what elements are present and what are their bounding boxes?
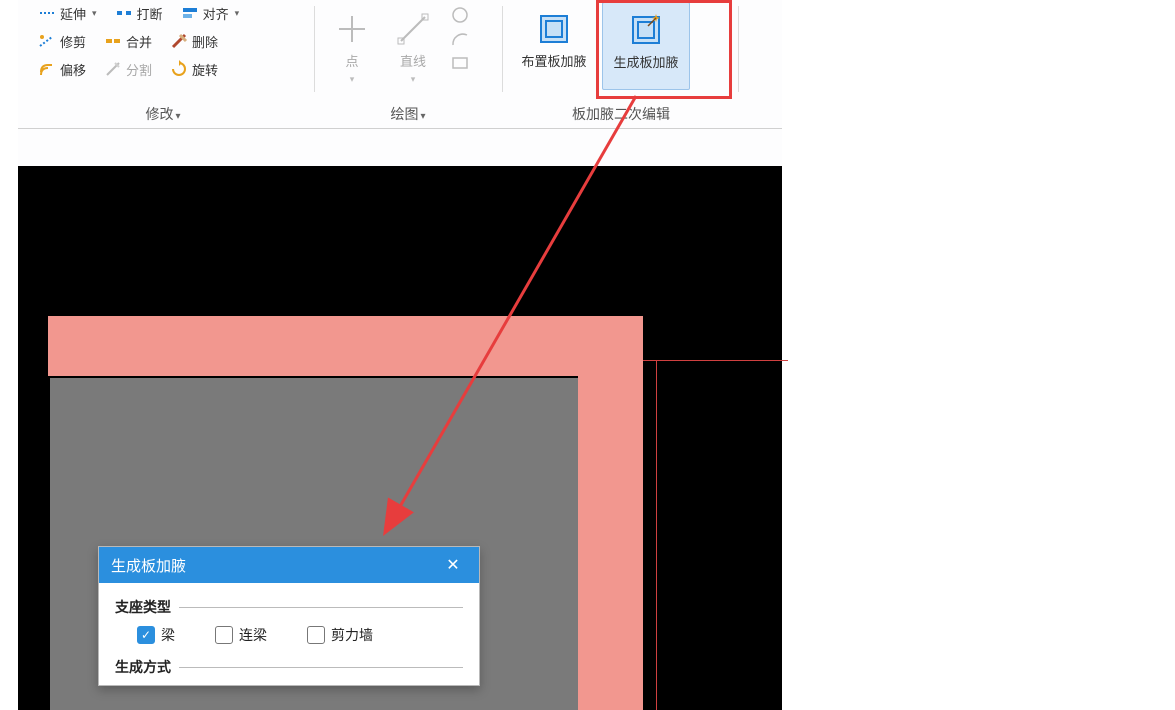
split-icon (104, 60, 122, 78)
generation-mode-group-label: 生成方式 (115, 657, 463, 677)
dropdown-icon: ▾ (411, 74, 416, 85)
break-label: 打断 (137, 4, 163, 23)
line-button[interactable]: 直线 ▾ (384, 2, 442, 90)
offset-label: 偏移 (60, 60, 86, 79)
checkbox-shear-wall-label: 剪力墙 (331, 625, 373, 645)
break-icon (115, 4, 133, 22)
slab-haunch-region (578, 321, 643, 710)
delete-label: 删除 (192, 32, 218, 51)
support-type-options: ✓ 梁 连梁 剪力墙 (115, 625, 463, 657)
circle-icon[interactable] (450, 6, 468, 24)
arc-icon[interactable] (450, 30, 468, 48)
extend-button[interactable]: 延伸 ▾ (36, 2, 99, 24)
split-button[interactable]: 分割 (102, 58, 154, 80)
generate-slab-haunch-dialog: 生成板加腋 ✕ 支座类型 ✓ 梁 连梁 剪力墙 (98, 546, 480, 686)
dropdown-icon: ▾ (92, 8, 97, 19)
line-label: 直线 (400, 54, 426, 70)
checkbox-icon: ✓ (137, 626, 155, 644)
close-icon[interactable]: ✕ (439, 551, 467, 579)
point-icon (331, 8, 373, 50)
checkbox-couple-beam[interactable]: 连梁 (215, 625, 267, 645)
line-icon (392, 8, 434, 50)
split-label: 分割 (126, 60, 152, 79)
extend-label: 延伸 (60, 4, 86, 23)
offset-button[interactable]: 偏移 (36, 58, 88, 80)
slab-haunch-outline (48, 316, 643, 321)
dialog-titlebar[interactable]: 生成板加腋 ✕ (99, 547, 479, 583)
dropdown-icon: ▾ (235, 8, 240, 19)
break-button[interactable]: 打断 (113, 2, 165, 24)
trim-button[interactable]: 修剪 (36, 30, 88, 52)
support-type-group-label: 支座类型 (115, 597, 463, 617)
panel-draw-label: 绘图▾ (318, 104, 498, 124)
offset-icon (38, 60, 56, 78)
point-label: 点 (345, 54, 358, 70)
align-icon (181, 4, 199, 22)
delete-button[interactable]: 删除 (168, 30, 220, 52)
generate-slab-haunch-icon (625, 9, 667, 51)
checkbox-icon (215, 626, 233, 644)
panel-slab-haunch-label: 板加腋二次编辑 (506, 104, 736, 124)
checkbox-beam[interactable]: ✓ 梁 (137, 625, 175, 645)
delete-icon (170, 32, 188, 50)
align-label: 对齐 (203, 4, 229, 23)
ribbon: 延伸 ▾ 打断 对齐 ▾ (18, 0, 782, 129)
rotate-button[interactable]: 旋转 (168, 58, 220, 80)
merge-button[interactable]: 合并 (102, 30, 154, 52)
merge-icon (104, 32, 122, 50)
layout-slab-haunch-label: 布置板加腋 (521, 54, 586, 70)
align-button[interactable]: 对齐 ▾ (179, 2, 242, 24)
extend-icon (38, 4, 56, 22)
layout-slab-haunch-button[interactable]: 布置板加腋 (512, 2, 596, 90)
rotate-label: 旋转 (192, 60, 218, 79)
checkbox-shear-wall[interactable]: 剪力墙 (307, 625, 373, 645)
rotate-icon (170, 60, 188, 78)
merge-label: 合并 (126, 32, 152, 51)
generate-slab-haunch-label: 生成板加腋 (613, 55, 678, 71)
panel-draw: 点 ▾ 直线 ▾ 绘图▾ (318, 0, 498, 128)
trim-icon (38, 32, 56, 50)
slab-haunch-region (48, 321, 643, 376)
dialog-title-text: 生成板加腋 (111, 555, 186, 576)
panel-slab-haunch: 布置板加腋 生成板加腋 板加腋二次编辑 (506, 0, 736, 128)
point-button[interactable]: 点 ▾ (326, 2, 378, 90)
checkbox-couple-beam-label: 连梁 (239, 625, 267, 645)
checkbox-beam-label: 梁 (161, 625, 175, 645)
generate-slab-haunch-button[interactable]: 生成板加腋 (602, 2, 690, 90)
panel-modify-label: 修改▾ (18, 104, 308, 124)
layout-slab-haunch-icon (533, 8, 575, 50)
trim-label: 修剪 (60, 32, 86, 51)
panel-modify: 延伸 ▾ 打断 对齐 ▾ (18, 0, 308, 128)
rect-icon[interactable] (450, 54, 468, 72)
dropdown-icon: ▾ (350, 74, 355, 85)
checkbox-icon (307, 626, 325, 644)
